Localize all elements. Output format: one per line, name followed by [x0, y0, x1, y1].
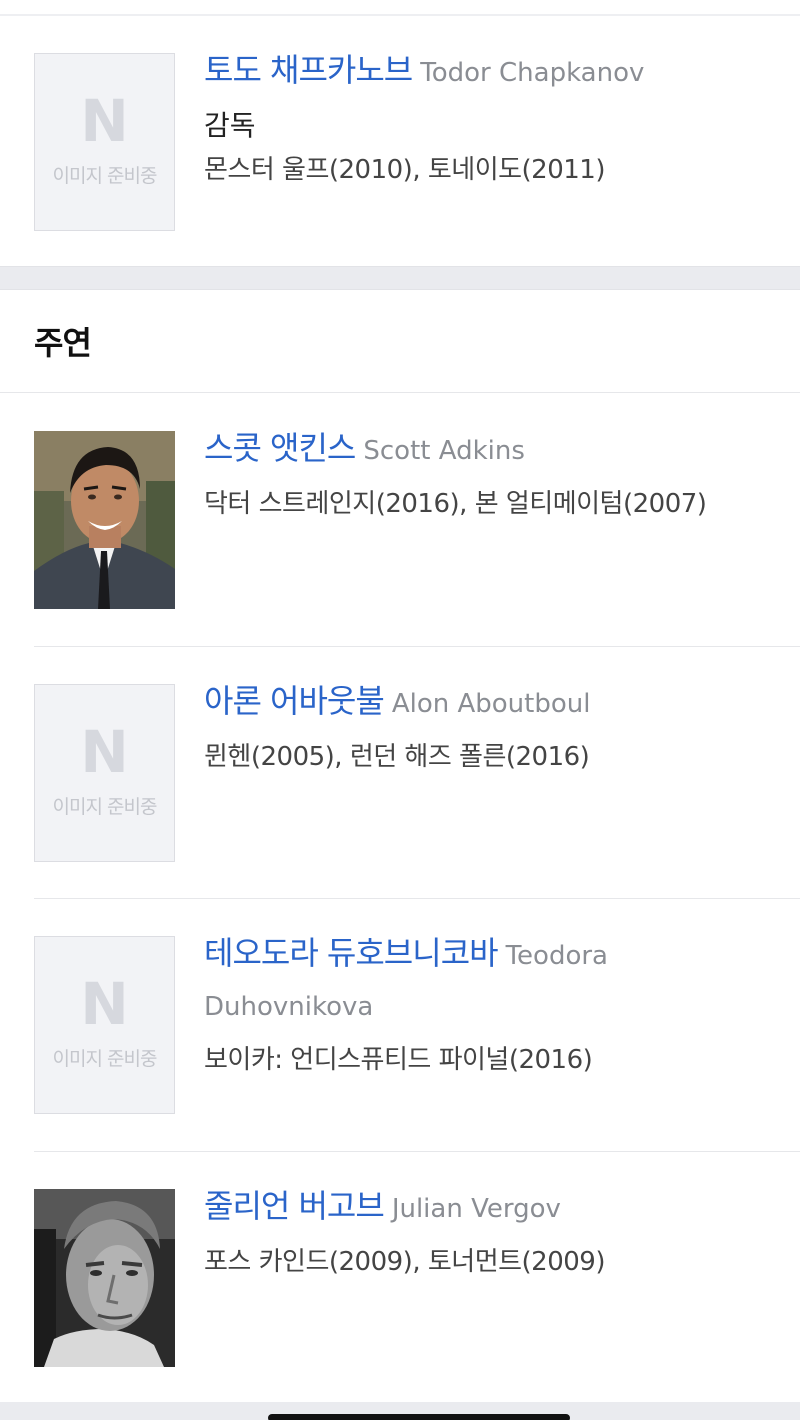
cast-name-line: 테오도라 듀호브니코바 Teodora Duhovnikova: [204, 929, 770, 1034]
image-preparing-text: 이미지 준비중: [52, 796, 158, 818]
actor-photo-icon: [34, 431, 175, 609]
cast-info: 테오도라 듀호브니코바 Teodora Duhovnikova 보이카: 언디스퓨…: [204, 929, 770, 1082]
cast-section-title: 주연: [34, 324, 92, 362]
cast-name-en: Scott Adkins: [363, 436, 525, 466]
cast-crew-page: N 이미지 준비중 토도 채프카노브 Todor Chapkanov 감독 몬스터…: [0, 0, 800, 1420]
cast-name-ko[interactable]: 스콧 앳킨스: [204, 429, 356, 467]
cast-image-placeholder[interactable]: N 이미지 준비중: [34, 936, 175, 1114]
home-indicator[interactable]: [268, 1414, 570, 1420]
naver-n-icon: N: [80, 87, 129, 155]
cast-image-placeholder[interactable]: N 이미지 준비중: [34, 684, 175, 862]
cast-name-ko[interactable]: 테오도라 듀호브니코바: [204, 934, 499, 972]
cast-info: 줄리언 버고브 Julian Vergov 포스 카인드(2009), 토너먼트(…: [204, 1182, 770, 1284]
cast-info: 스콧 앳킨스 Scott Adkins 닥터 스트레인지(2016), 본 얼티메…: [204, 424, 770, 526]
cast-works: 뮌헨(2005), 런던 해즈 폴른(2016): [204, 742, 590, 772]
cast-section-header: 주연: [0, 290, 800, 393]
cast-name-line: 스콧 앳킨스 Scott Adkins: [204, 424, 770, 478]
cast-item[interactable]: N 이미지 준비중 테오도라 듀호브니코바 Teodora Duhovnikova…: [0, 899, 800, 1151]
image-preparing-text: 이미지 준비중: [52, 165, 158, 187]
cast-photo[interactable]: [34, 1189, 175, 1367]
naver-n-icon: N: [80, 718, 129, 786]
director-info: 토도 채프카노브 Todor Chapkanov 감독 몬스터 울프(2010),…: [204, 46, 770, 192]
director-name-ko[interactable]: 토도 채프카노브: [204, 51, 413, 89]
cast-name-line: 아론 어바웃불 Alon Aboutboul: [204, 677, 770, 731]
cast-item[interactable]: N 이미지 준비중 아론 어바웃불 Alon Aboutboul 뮌헨(2005)…: [0, 647, 800, 898]
director-item[interactable]: N 이미지 준비중 토도 채프카노브 Todor Chapkanov 감독 몬스터…: [0, 16, 800, 266]
cast-item[interactable]: 줄리언 버고브 Julian Vergov 포스 카인드(2009), 토너먼트(…: [0, 1152, 800, 1402]
cast-name-ko[interactable]: 줄리언 버고브: [204, 1187, 385, 1225]
cast-name-ko[interactable]: 아론 어바웃불: [204, 682, 385, 720]
cast-works: 보이카: 언디스퓨티드 파이널(2016): [204, 1045, 593, 1075]
actor-photo-icon: [34, 1189, 175, 1367]
cast-info: 아론 어바웃불 Alon Aboutboul 뮌헨(2005), 런던 해즈 폴른…: [204, 677, 770, 779]
section-separator: [0, 266, 800, 290]
director-name-line: 토도 채프카노브 Todor Chapkanov: [204, 46, 770, 100]
image-preparing-text: 이미지 준비중: [52, 1048, 158, 1070]
naver-n-icon: N: [80, 970, 129, 1038]
director-image-placeholder[interactable]: N 이미지 준비중: [34, 53, 175, 231]
cast-works: 닥터 스트레인지(2016), 본 얼티메이텀(2007): [204, 489, 707, 519]
cast-works: 포스 카인드(2009), 토너먼트(2009): [204, 1247, 605, 1277]
director-works: 몬스터 울프(2010), 토네이도(2011): [204, 155, 605, 185]
director-role: 감독: [204, 109, 256, 142]
director-name-en: Todor Chapkanov: [420, 58, 645, 88]
cast-name-en: Julian Vergov: [391, 1194, 561, 1224]
cast-item[interactable]: 스콧 앳킨스 Scott Adkins 닥터 스트레인지(2016), 본 얼티메…: [0, 394, 800, 646]
cast-photo[interactable]: [34, 431, 175, 609]
cast-name-en: Alon Aboutboul: [391, 689, 591, 719]
cast-name-line: 줄리언 버고브 Julian Vergov: [204, 1182, 770, 1236]
